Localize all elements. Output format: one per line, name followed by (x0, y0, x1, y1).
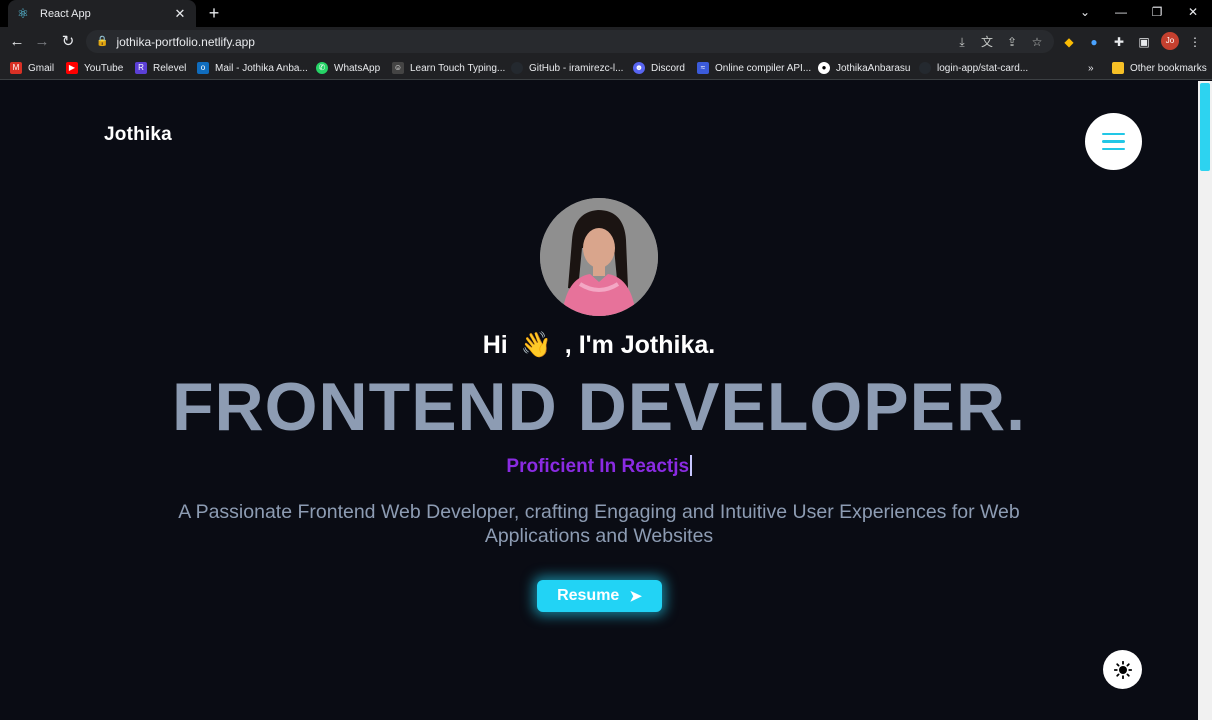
tab-search-icon[interactable]: ⌄ (1067, 0, 1103, 27)
theme-toggle-button[interactable] (1103, 650, 1142, 689)
bookmark-gmail[interactable]: M Gmail (10, 60, 54, 76)
bookmark-compiler[interactable]: ≈ Online compiler API... (697, 60, 811, 76)
restore-button[interactable]: ❐ (1139, 0, 1175, 27)
gmail-icon: M (10, 62, 22, 74)
bookmark-outlook[interactable]: o Mail - Jothika Anba... (197, 60, 308, 76)
url-text: jothika-portfolio.netlify.app (116, 34, 255, 49)
compiler-icon: ≈ (697, 62, 709, 74)
side-panel-icon[interactable]: ▣ (1136, 34, 1152, 50)
react-icon: ⚛ (17, 5, 29, 21)
waving-hand-icon: 👋 (520, 331, 552, 359)
reload-button[interactable]: ↻ (57, 31, 79, 53)
relevel-icon: R (135, 62, 147, 74)
github-icon (511, 62, 523, 74)
other-bookmarks[interactable]: Other bookmarks (1112, 60, 1207, 76)
portfolio-page: Jothika Hi 👋 , I'm Jothika. FRONTEND DEV… (0, 81, 1198, 720)
github-icon (919, 62, 931, 74)
typing-icon: ☺ (392, 62, 404, 74)
bookmark-typing[interactable]: ☺ Learn Touch Typing... (392, 60, 505, 76)
bookmark-jothika-github[interactable]: ● JothikaAnbarasu (818, 60, 911, 76)
greeting-heading: Hi 👋 , I'm Jothika. (0, 331, 1198, 360)
chrome-menu-icon[interactable]: ⋮ (1187, 34, 1203, 50)
bookmarks-bar: M Gmail ▶ YouTube R Relevel o Mail - Jot… (0, 56, 1212, 80)
more-bookmarks-chevron[interactable]: » (1088, 60, 1094, 76)
hero-description: A Passionate Frontend Web Developer, cra… (178, 501, 1020, 547)
profile-photo-portrait (540, 198, 658, 316)
typewriter-text: Proficient In Reactjs (506, 456, 690, 477)
profile-avatar[interactable]: Jo (1161, 32, 1179, 50)
new-tab-button[interactable]: + (204, 3, 224, 23)
back-button[interactable]: ← (6, 31, 28, 53)
close-window-button[interactable]: ✕ (1175, 0, 1211, 27)
sun-icon (1113, 660, 1132, 679)
whatsapp-icon: ✆ (316, 62, 328, 74)
scrollbar-thumb[interactable] (1200, 83, 1210, 171)
browser-tab[interactable]: ⚛ React App ✕ (8, 0, 196, 27)
tab-strip: ⚛ React App ✕ + ⌄ — ❐ ✕ (0, 0, 1212, 27)
color-extension-icon[interactable]: ◆ (1061, 34, 1077, 50)
bookmark-relevel[interactable]: R Relevel (135, 60, 186, 76)
minimize-button[interactable]: — (1103, 0, 1139, 27)
browser-toolbar: ← → ↻ 🔒 jothika-portfolio.netlify.app ⤓ … (0, 27, 1212, 56)
vpn-extension-icon[interactable]: ● (1086, 34, 1102, 50)
youtube-icon: ▶ (66, 62, 78, 74)
greeting-prefix: Hi (482, 331, 508, 359)
resume-button-label: Resume (557, 587, 620, 604)
bookmark-youtube[interactable]: ▶ YouTube (66, 60, 123, 76)
arrow-right-icon: ➤ (629, 588, 642, 605)
bookmark-star-icon[interactable]: ☆ (1029, 34, 1045, 50)
hero-headline: FRONTEND DEVELOPER. (172, 369, 1026, 445)
resume-button[interactable]: Resume ➤ (537, 580, 662, 612)
bookmark-whatsapp[interactable]: ✆ WhatsApp (316, 60, 380, 76)
lock-icon: 🔒 (96, 36, 109, 47)
hamburger-menu-button[interactable] (1085, 113, 1142, 170)
github-icon: ● (818, 62, 830, 74)
close-tab-icon[interactable]: ✕ (172, 6, 188, 22)
translate-icon[interactable]: 文 (979, 34, 995, 50)
tab-title: React App (40, 7, 91, 20)
menu-icon (1102, 132, 1125, 136)
address-bar[interactable]: 🔒 jothika-portfolio.netlify.app ⤓ 文 ⇪ ☆ (86, 30, 1054, 53)
extensions-icon[interactable]: ✚ (1111, 34, 1127, 50)
folder-icon (1112, 62, 1124, 74)
forward-button[interactable]: → (31, 31, 53, 53)
outlook-icon: o (197, 62, 209, 74)
page-scrollbar[interactable] (1198, 81, 1212, 720)
discord-icon: ☻ (633, 62, 645, 74)
bookmark-discord[interactable]: ☻ Discord (633, 60, 685, 76)
install-icon[interactable]: ⤓ (954, 34, 970, 50)
profile-photo (540, 198, 658, 316)
site-logo[interactable]: Jothika (104, 124, 172, 146)
bookmark-login-app[interactable]: login-app/stat-card... (919, 60, 1028, 76)
bookmark-github-iramirezc[interactable]: GitHub - iramirezc-l... (511, 60, 623, 76)
typing-caret (690, 455, 692, 476)
share-icon[interactable]: ⇪ (1004, 34, 1020, 50)
greeting-suffix: , I'm Jothika. (564, 331, 716, 359)
typewriter-line: Proficient In Reactjs (0, 455, 1198, 478)
